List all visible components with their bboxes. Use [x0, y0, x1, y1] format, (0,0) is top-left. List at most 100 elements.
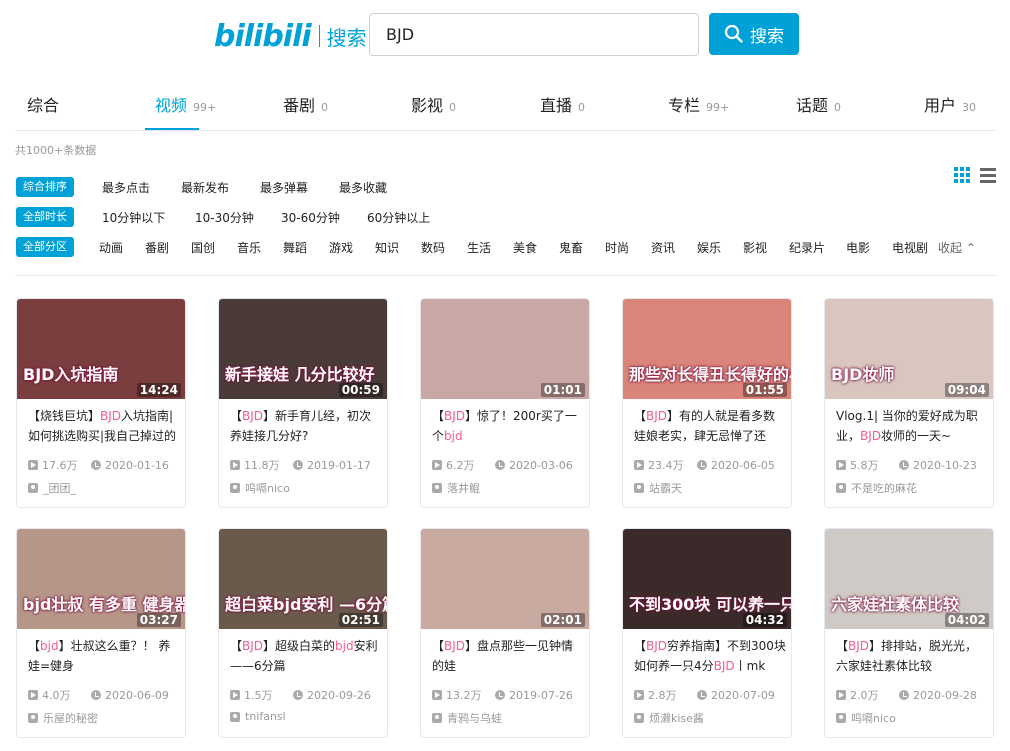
video-title[interactable]: 【BJD穷养指南】不到300块如何养一只4分BJD丨mk	[634, 636, 786, 676]
video-title[interactable]: 【BJD】排排站，脱光光，六家娃社素体比较	[836, 636, 988, 676]
filter-option[interactable]: 影视	[743, 239, 767, 256]
tab-bangumi[interactable]: 番剧 0	[283, 92, 328, 116]
title-segment: 妆师的一天~	[881, 429, 952, 443]
tab-live[interactable]: 直播 0	[540, 92, 585, 116]
uploader[interactable]: _团团_	[28, 480, 76, 496]
uploader-name: 落井鲲	[447, 482, 480, 495]
tab-article[interactable]: 专栏 99+	[668, 92, 729, 116]
filter-option[interactable]: 30-60分钟	[281, 209, 340, 226]
video-card[interactable]: BJD妆师 09:04 Vlog.1| 当你的爱好成为职业，BJD妆师的一天~ 5.8…	[824, 298, 994, 508]
upload-date: 2020-01-16	[105, 458, 169, 472]
video-thumbnail[interactable]: 超白菜bjd安利 —6分篇 02:51	[219, 529, 387, 629]
video-card[interactable]: 02:01 【BJD】盘点那些一见钟情的娃 13.2万 2019-07-26 青鸦与乌蛙	[420, 528, 590, 738]
video-card[interactable]: bjd壮叔 有多重 健身器材03:27 【bjd】壮叔这么重？！ 养娃=健身 4.0…	[16, 528, 186, 738]
filter-option[interactable]: 10-30分钟	[195, 209, 254, 226]
uploader[interactable]: 站霸天	[634, 480, 682, 496]
video-duration: 14:24	[136, 383, 181, 397]
video-card[interactable]: 超白菜bjd安利 —6分篇 02:51 【BJD】超级白菜的bjd安利——6分篇 1.…	[218, 528, 388, 738]
filter-option[interactable]: 音乐	[237, 239, 261, 256]
video-title[interactable]: Vlog.1| 当你的爱好成为职业，BJD妆师的一天~	[836, 406, 988, 446]
filter-option[interactable]: 鬼畜	[559, 239, 583, 256]
video-title[interactable]: 【BJD】新手育儿经，初次养娃接几分好?	[230, 406, 382, 446]
tab-count: 0	[449, 101, 457, 114]
view-count: 5.8万	[850, 459, 879, 472]
filter-option[interactable]: 动画	[99, 239, 123, 256]
uploader-icon	[230, 711, 240, 722]
video-title[interactable]: 【BJD】惊了！200r买了一个bjd	[432, 406, 584, 446]
filter-option[interactable]: 最多收藏	[339, 179, 387, 196]
video-card[interactable]: BJD入坑指南 14:24 【烧钱巨坑】BJD入坑指南|如何挑选购买|我自己掉过的 1…	[16, 298, 186, 508]
filter-option[interactable]: 10分钟以下	[102, 209, 165, 226]
clock-icon	[91, 690, 101, 700]
video-thumbnail[interactable]: BJD入坑指南 14:24	[17, 299, 185, 399]
uploader[interactable]: 不是吃的麻花	[836, 480, 917, 496]
video-thumbnail[interactable]: bjd壮叔 有多重 健身器材03:27	[17, 529, 185, 629]
filter-option[interactable]: 纪录片	[789, 239, 825, 256]
filter-option[interactable]: 最多弹幕	[260, 179, 308, 196]
play-count-icon	[634, 690, 644, 700]
tab-video[interactable]: 视频 99+	[155, 92, 216, 116]
bilibili-logo[interactable]: bilibili 搜索	[214, 18, 367, 54]
video-thumbnail[interactable]: 那些对长得丑长得好的小孩子01:55	[623, 299, 791, 399]
filter-selected-duration[interactable]: 全部时长	[16, 207, 74, 227]
view-count: 13.2万	[446, 689, 482, 702]
filter-option[interactable]: 数码	[421, 239, 445, 256]
video-title[interactable]: 【烧钱巨坑】BJD入坑指南|如何挑选购买|我自己掉过的	[28, 406, 180, 446]
filter-option[interactable]: 舞蹈	[283, 239, 307, 256]
tab-film[interactable]: 影视 0	[411, 92, 456, 116]
filter-option[interactable]: 生活	[467, 239, 491, 256]
filter-option[interactable]: 资讯	[651, 239, 675, 256]
title-segment: BJD	[646, 639, 668, 653]
uploader[interactable]: 烦濑kise酱	[634, 710, 704, 726]
uploader[interactable]: 落井鲲	[432, 480, 480, 496]
video-thumbnail[interactable]: 不到300块 可以养一只4分BJD?04:32	[623, 529, 791, 629]
active-tab-indicator	[145, 128, 199, 130]
play-count-icon	[28, 690, 38, 700]
video-thumbnail[interactable]: 02:01	[421, 529, 589, 629]
play-count-icon	[230, 690, 240, 700]
video-thumbnail[interactable]: 新手接娃 几分比较好 00:59	[219, 299, 387, 399]
filter-option[interactable]: 美食	[513, 239, 537, 256]
video-title[interactable]: 【bjd】壮叔这么重？！ 养娃=健身	[28, 636, 180, 676]
view-count: 6.2万	[446, 459, 475, 472]
uploader[interactable]: 呜嗝nico	[836, 710, 896, 726]
video-title[interactable]: 【BJD】超级白菜的bjd安利——6分篇	[230, 636, 382, 676]
uploader[interactable]: 呜嗝nico	[230, 480, 290, 496]
filter-selected-sort[interactable]: 综合排序	[16, 177, 74, 197]
video-card[interactable]: 01:01 【BJD】惊了！200r买了一个bjd 6.2万 2020-03-06 落井…	[420, 298, 590, 508]
grid-view-icon[interactable]	[954, 167, 970, 183]
video-card[interactable]: 那些对长得丑长得好的小孩子01:55 【BJD】有的人就是看多数娃娘老实，肆无忌惮…	[622, 298, 792, 508]
video-thumbnail[interactable]: 01:01	[421, 299, 589, 399]
clock-icon	[899, 460, 909, 470]
search-input[interactable]	[369, 13, 699, 56]
video-thumbnail[interactable]: BJD妆师 09:04	[825, 299, 993, 399]
filter-option[interactable]: 最多点击	[102, 179, 150, 196]
uploader[interactable]: 乐屋的秘密	[28, 710, 98, 726]
tab-all[interactable]: 综合	[27, 92, 59, 116]
filter-option[interactable]: 国创	[191, 239, 215, 256]
tab-user[interactable]: 用户 30	[924, 92, 976, 116]
tab-topic[interactable]: 话题 0	[796, 92, 841, 116]
video-thumbnail[interactable]: 六家娃社素体比较 04:02	[825, 529, 993, 629]
filter-option[interactable]: 60分钟以上	[367, 209, 430, 226]
filter-option[interactable]: 最新发布	[181, 179, 229, 196]
filter-option[interactable]: 游戏	[329, 239, 353, 256]
title-segment: 【	[28, 639, 41, 653]
video-card[interactable]: 六家娃社素体比较 04:02 【BJD】排排站，脱光光，六家娃社素体比较 2.0万 20…	[824, 528, 994, 738]
filter-selected-zone[interactable]: 全部分区	[16, 237, 74, 257]
video-card[interactable]: 不到300块 可以养一只4分BJD?04:32 【BJD穷养指南】不到300块如何…	[622, 528, 792, 738]
collapse-filters-button[interactable]: 收起 ⌃	[938, 239, 976, 256]
filter-option[interactable]: 电视剧	[892, 239, 928, 256]
filter-option[interactable]: 时尚	[605, 239, 629, 256]
filter-option[interactable]: 电影	[846, 239, 870, 256]
list-view-icon[interactable]	[980, 167, 996, 183]
video-title[interactable]: 【BJD】盘点那些一见钟情的娃	[432, 636, 584, 676]
uploader[interactable]: 青鸦与乌蛙	[432, 710, 502, 726]
video-title[interactable]: 【BJD】有的人就是看多数娃娘老实，肆无忌惮了还	[634, 406, 786, 446]
uploader[interactable]: tnifansl	[230, 710, 286, 723]
filter-option[interactable]: 娱乐	[697, 239, 721, 256]
filter-option[interactable]: 知识	[375, 239, 399, 256]
search-button[interactable]: 搜索	[709, 13, 799, 55]
filter-option[interactable]: 番剧	[145, 239, 169, 256]
video-card[interactable]: 新手接娃 几分比较好 00:59 【BJD】新手育儿经，初次养娃接几分好? 11.8万…	[218, 298, 388, 508]
